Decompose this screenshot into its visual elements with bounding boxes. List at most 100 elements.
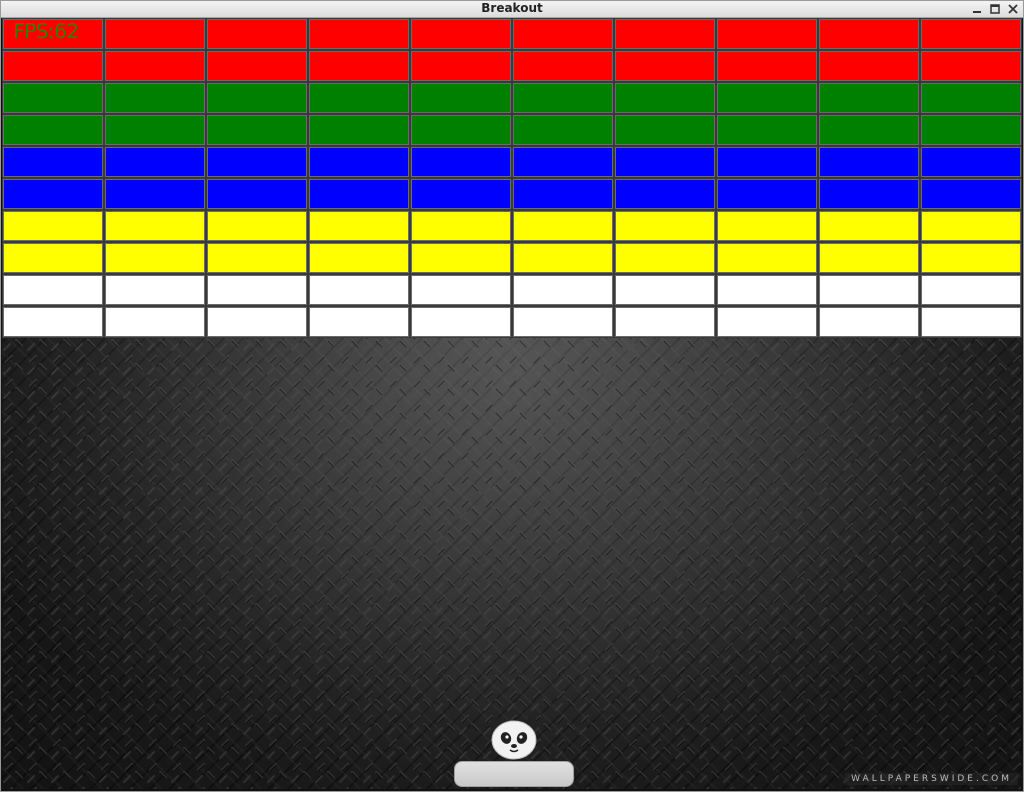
brick-red xyxy=(614,18,716,50)
fps-counter: FPS:62 xyxy=(13,19,79,43)
brick-yellow xyxy=(2,242,104,274)
brick-blue xyxy=(818,178,920,210)
watermark: WALLPAPERSWIDE.COM xyxy=(845,773,1018,785)
brick-yellow xyxy=(716,242,818,274)
brick-blue xyxy=(614,178,716,210)
window-title: Breakout xyxy=(481,1,543,15)
brick-red xyxy=(410,18,512,50)
brick-white xyxy=(2,306,104,338)
brick-green xyxy=(818,114,920,146)
brick-red xyxy=(818,18,920,50)
brick-yellow xyxy=(716,210,818,242)
brick-yellow xyxy=(614,242,716,274)
brick-blue xyxy=(410,146,512,178)
brick-green xyxy=(308,82,410,114)
maximize-icon[interactable] xyxy=(987,1,1003,17)
game-window: Breakout FPS:62 WALLPAPERSWIDE.COM xyxy=(0,0,1024,792)
brick-green xyxy=(716,82,818,114)
brick-blue xyxy=(206,146,308,178)
brick-blue xyxy=(308,146,410,178)
close-icon[interactable] xyxy=(1005,1,1021,17)
brick-yellow xyxy=(818,210,920,242)
brick-yellow xyxy=(920,242,1022,274)
brick-white xyxy=(716,306,818,338)
brick-green xyxy=(206,114,308,146)
brick-yellow xyxy=(818,242,920,274)
brick-blue xyxy=(2,178,104,210)
brick-yellow xyxy=(614,210,716,242)
paddle[interactable] xyxy=(454,761,574,787)
brick-red xyxy=(920,50,1022,82)
brick-green xyxy=(308,114,410,146)
brick-white xyxy=(716,274,818,306)
brick-white xyxy=(614,274,716,306)
brick-white xyxy=(614,306,716,338)
brick-blue xyxy=(104,178,206,210)
brick-red xyxy=(410,50,512,82)
brick-blue xyxy=(818,146,920,178)
panda-icon xyxy=(490,718,538,760)
brick-red xyxy=(614,50,716,82)
brick-blue xyxy=(920,146,1022,178)
brick-white xyxy=(920,306,1022,338)
brick-yellow xyxy=(410,242,512,274)
brick-red xyxy=(308,50,410,82)
brick-blue xyxy=(512,178,614,210)
brick-white xyxy=(2,274,104,306)
brick-yellow xyxy=(512,210,614,242)
brick-blue xyxy=(2,146,104,178)
brick-red xyxy=(2,50,104,82)
brick-green xyxy=(920,114,1022,146)
brick-blue xyxy=(614,146,716,178)
brick-red xyxy=(818,50,920,82)
brick-white xyxy=(308,274,410,306)
brick-yellow xyxy=(308,242,410,274)
brick-white xyxy=(818,306,920,338)
game-canvas[interactable]: FPS:62 WALLPAPERSWIDE.COM xyxy=(2,18,1022,789)
brick-white xyxy=(104,306,206,338)
brick-white xyxy=(206,306,308,338)
brick-white xyxy=(104,274,206,306)
brick-red xyxy=(716,50,818,82)
brick-red xyxy=(512,50,614,82)
brick-blue xyxy=(920,178,1022,210)
brick-white xyxy=(308,306,410,338)
brick-green xyxy=(410,114,512,146)
brick-blue xyxy=(716,178,818,210)
brick-blue xyxy=(716,146,818,178)
brick-red xyxy=(308,18,410,50)
brick-red xyxy=(920,18,1022,50)
brick-green xyxy=(920,82,1022,114)
brick-yellow xyxy=(512,242,614,274)
brick-blue xyxy=(104,146,206,178)
brick-white xyxy=(206,274,308,306)
brick-red xyxy=(206,50,308,82)
brick-red xyxy=(716,18,818,50)
brick-white xyxy=(920,274,1022,306)
brick-yellow xyxy=(206,210,308,242)
brick-green xyxy=(512,82,614,114)
brick-green xyxy=(2,114,104,146)
brick-white xyxy=(512,306,614,338)
brick-green xyxy=(104,82,206,114)
brick-white xyxy=(818,274,920,306)
brick-green xyxy=(206,82,308,114)
minimize-icon[interactable] xyxy=(969,1,985,17)
brick-white xyxy=(410,274,512,306)
brick-yellow xyxy=(920,210,1022,242)
brick-yellow xyxy=(2,210,104,242)
title-bar[interactable]: Breakout xyxy=(1,1,1023,18)
brick-blue xyxy=(512,146,614,178)
brick-blue xyxy=(206,178,308,210)
brick-green xyxy=(614,114,716,146)
brick-yellow xyxy=(104,210,206,242)
brick-yellow xyxy=(308,210,410,242)
brick-blue xyxy=(410,178,512,210)
brick-yellow xyxy=(206,242,308,274)
brick-red xyxy=(206,18,308,50)
brick-wall xyxy=(2,18,1022,338)
brick-green xyxy=(104,114,206,146)
brick-green xyxy=(2,82,104,114)
brick-green xyxy=(410,82,512,114)
window-controls xyxy=(969,1,1021,17)
